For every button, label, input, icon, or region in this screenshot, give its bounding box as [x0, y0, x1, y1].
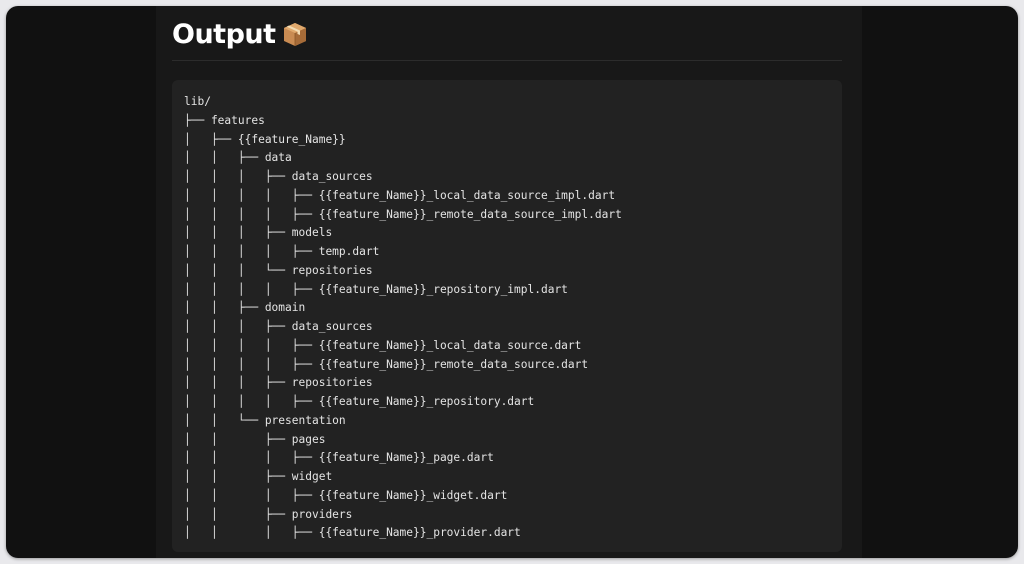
code-line: │ │ ├── pages [184, 432, 326, 446]
content-column: Output lib/ ├── features │ ├── {{feature_N… [156, 6, 862, 558]
code-line: │ │ │ ├── models [184, 226, 333, 240]
page-title-text: Output [172, 18, 276, 50]
code-block[interactable]: lib/ ├── features │ ├── {{feature_Name}} │ … [172, 80, 842, 552]
code-line: │ │ │ ├── {{feature_Name}}_provider.dart [184, 526, 521, 540]
code-line: │ │ ├── widget [184, 470, 333, 483]
code-line: │ │ │ │ ├── {{feature_Name}}_remote_data… [184, 357, 589, 371]
app-window: Output lib/ ├── features │ ├── {{feature_N… [6, 6, 1018, 558]
code-line: │ │ │ ├── {{feature_Name}}_page.dart [184, 451, 494, 465]
code-line: lib/ [184, 95, 211, 108]
code-line: │ │ │ ├── repositories [184, 376, 373, 390]
heading-divider [172, 60, 842, 61]
code-line: │ │ │ └── repositories [184, 263, 373, 277]
code-line: │ │ ├── domain [184, 301, 306, 315]
code-line: │ │ ├── providers [184, 507, 353, 521]
code-line: │ │ │ ├── {{feature_Name}}_widget.dart [184, 488, 508, 502]
code-line: │ │ │ ├── data_sources [184, 320, 373, 333]
page-title: Output [172, 16, 308, 52]
code-line: ├── features [184, 113, 265, 127]
package-box-icon [282, 21, 308, 47]
code-line: │ │ │ │ ├── {{feature_Name}}_repository.… [184, 395, 535, 408]
code-line: │ │ │ │ ├── {{feature_Name}}_local_data_… [184, 188, 616, 202]
code-line: │ │ │ ├── data_sources [184, 170, 373, 183]
code-line: │ │ │ │ ├── temp.dart [184, 245, 380, 258]
code-line: │ │ │ │ ├── {{feature_Name}}_remote_data… [184, 207, 622, 221]
code-line: │ │ └── presentation [184, 413, 346, 427]
code-line: │ │ ├── data [184, 151, 292, 165]
code-line: │ │ │ │ ├── {{feature_Name}}_repository_… [184, 282, 568, 296]
code-line: │ ├── {{feature_Name}} [184, 132, 346, 146]
code-lines: lib/ ├── features │ ├── {{feature_Name}} │ … [172, 80, 842, 543]
code-line: │ │ │ │ ├── {{feature_Name}}_local_data_… [184, 338, 582, 352]
